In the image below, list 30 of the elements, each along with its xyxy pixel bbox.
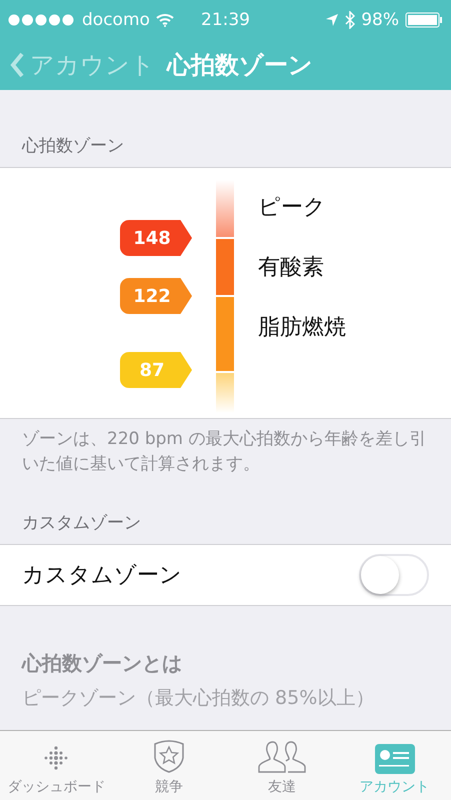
wifi-icon: [156, 13, 174, 27]
battery-icon: [405, 12, 443, 28]
location-icon: [325, 13, 340, 27]
tab[interactable]: 友達: [226, 731, 338, 800]
signal-icon: [8, 14, 76, 26]
tab[interactable]: ダッシュボード: [0, 731, 113, 800]
about-title: 心拍数ゾーンとは: [20, 650, 183, 677]
carrier-name: docomo: [82, 10, 150, 30]
heart-rate-badge: 122: [120, 278, 192, 314]
bluetooth-icon: [345, 11, 356, 29]
battery-percent: 98%: [361, 10, 399, 30]
about-text: ピークゾーン（最大心拍数の 85%以上）: [21, 686, 376, 711]
back-button[interactable]: アカウント: [10, 49, 155, 81]
zone-note: ゾーンは、220 bpm の最大心拍数から年齢を差し引いた値に基いて計算されます。: [21, 428, 428, 476]
clock: 21:39: [201, 10, 250, 30]
section-header: 心拍数ゾーン: [20, 135, 125, 158]
section-header: カスタムゾーン: [21, 512, 142, 535]
zone-label: ピーク: [258, 194, 327, 222]
heart-rate-badge: 87: [120, 352, 192, 388]
setting-label: カスタムゾーン: [22, 562, 182, 590]
toggle-switch[interactable]: [359, 554, 429, 596]
tab[interactable]: 競争: [112, 731, 226, 800]
back-chevron-icon: [10, 52, 24, 78]
page-title: 心拍数ゾーン: [167, 50, 313, 81]
tab[interactable]: アカウント: [338, 731, 451, 800]
id-card-icon: [374, 744, 415, 774]
zone-label: 脂肪燃焼: [258, 314, 346, 342]
heart-rate-badge: 148: [120, 220, 192, 256]
people-icon: [256, 740, 307, 774]
zone-label: 有酸素: [258, 254, 325, 282]
